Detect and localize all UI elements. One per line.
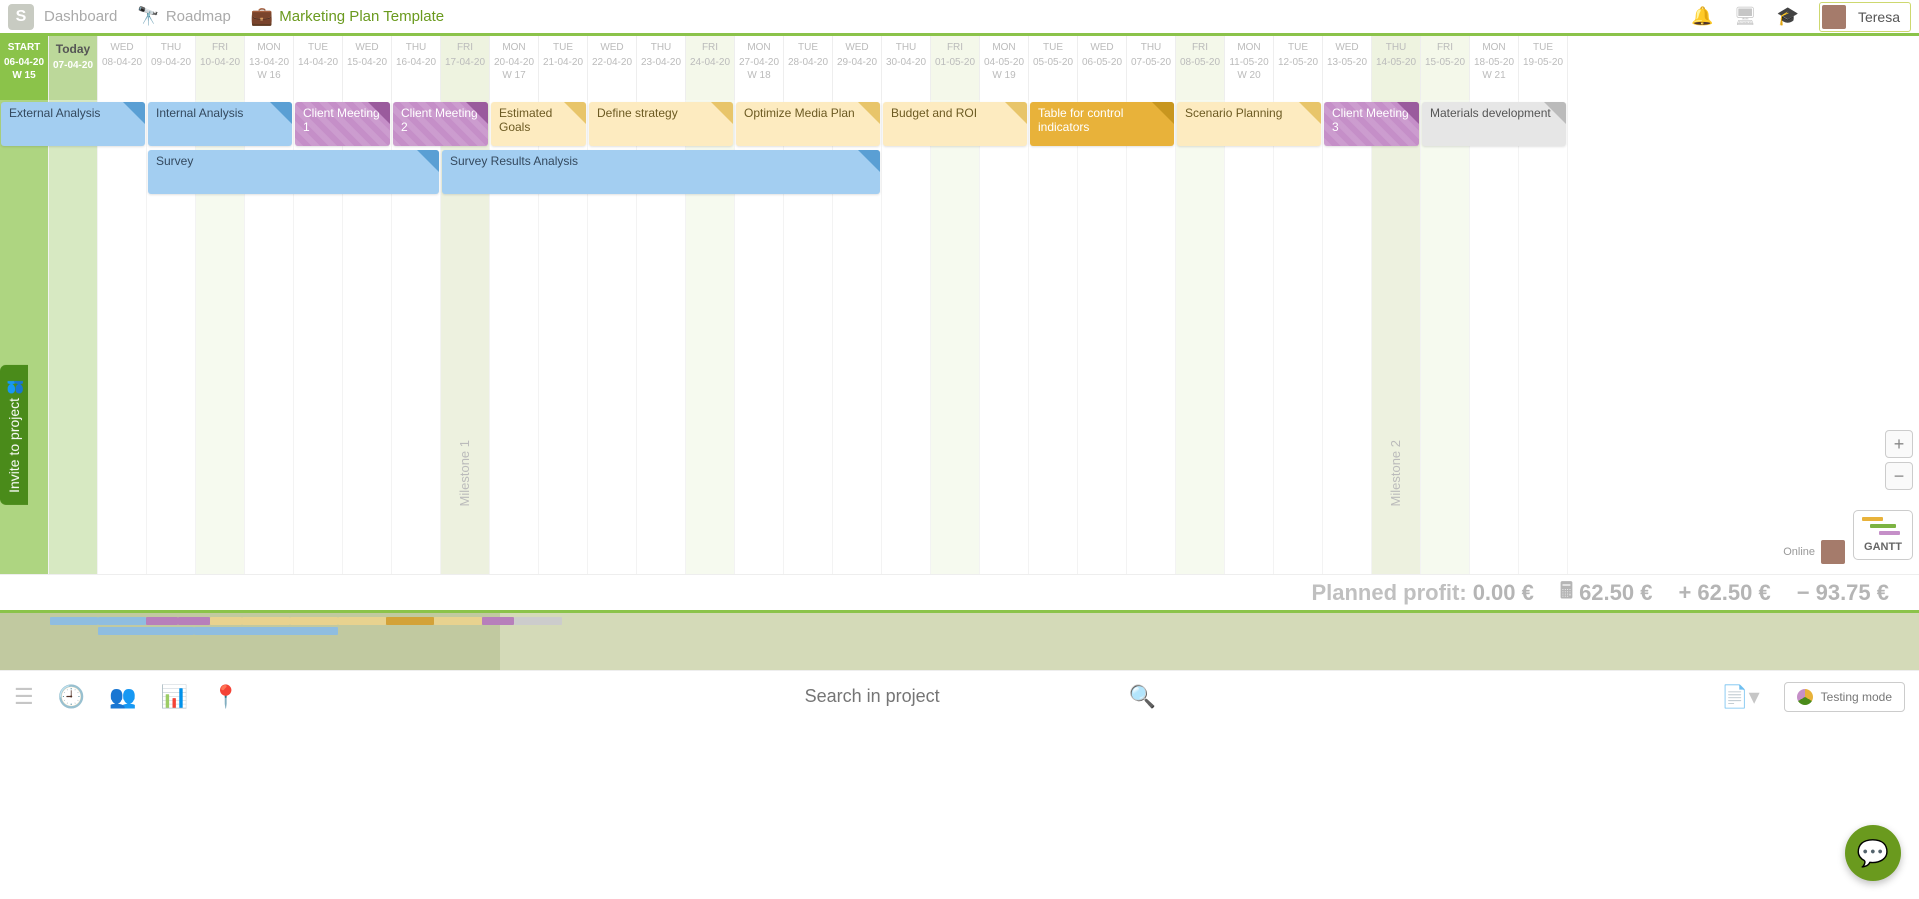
day-column[interactable]: FRI15-05-20 (1421, 36, 1470, 100)
dashboard-icon[interactable]: 📊 (161, 684, 188, 710)
invite-to-project-tab[interactable]: Invite to project 👥 (0, 365, 28, 505)
day-column[interactable]: Today07-04-20 (49, 36, 98, 100)
list-icon[interactable]: ☰ (14, 684, 34, 710)
day-column[interactable]: MON04-05-20W 19 (980, 36, 1029, 100)
milestone-label: Milestone 2 (1388, 440, 1403, 506)
planned-profit-value: 0.00 € (1473, 580, 1534, 606)
online-widget[interactable]: Online (1783, 540, 1845, 564)
day-column[interactable]: MON20-04-20W 17 (490, 36, 539, 100)
chat-button[interactable]: 💬 (1845, 825, 1901, 881)
day-column[interactable]: THU09-04-20 (147, 36, 196, 100)
gantt-label: GANTT (1854, 541, 1912, 553)
day-column[interactable]: WED15-04-20 (343, 36, 392, 100)
day-column[interactable]: WED08-04-20 (98, 36, 147, 100)
top-header: S Dashboard 🔭 Roadmap 💼 Marketing Plan T… (0, 0, 1919, 36)
bell-icon[interactable]: 🔔 (1691, 6, 1713, 27)
planned-profit-label: Planned profit: (1311, 580, 1466, 606)
user-name: Teresa (1858, 9, 1900, 25)
day-column[interactable]: THU30-04-20 (882, 36, 931, 100)
task-bar[interactable]: Materials development (1422, 102, 1566, 146)
day-column[interactable]: MON13-04-20W 16 (245, 36, 294, 100)
nav-dashboard-label: Dashboard (44, 8, 117, 25)
day-column[interactable]: THU16-04-20 (392, 36, 441, 100)
app-logo[interactable]: S (8, 4, 34, 30)
monitor-icon[interactable]: 🖥 (1734, 6, 1757, 27)
day-column[interactable]: TUE28-04-20 (784, 36, 833, 100)
testing-mode-button[interactable]: Testing mode (1784, 682, 1905, 712)
plus-icon: + (1678, 580, 1691, 606)
document-icon[interactable]: 📄▾ (1721, 684, 1759, 710)
day-column[interactable]: FRI01-05-20 (931, 36, 980, 100)
footer-toolbar: ☰ 🕘 👥 📊 📍 🔍 📄▾ Testing mode (0, 670, 1919, 722)
task-bar[interactable]: Scenario Planning (1177, 102, 1321, 146)
nav-roadmap[interactable]: 🔭 Roadmap (137, 6, 230, 27)
profit-bar: Planned profit: 0.00 € 🖩 62.50 € + 62.50… (0, 574, 1919, 610)
task-bar[interactable]: External Analysis (1, 102, 145, 146)
minus-value: 93.75 € (1816, 580, 1889, 606)
day-column[interactable]: TUE14-04-20 (294, 36, 343, 100)
pie-icon (1797, 689, 1813, 705)
task-bar[interactable]: Survey (148, 150, 439, 194)
graduation-icon[interactable]: 🎓 (1777, 6, 1799, 27)
day-column[interactable]: THU14-05-20 (1372, 36, 1421, 100)
day-column[interactable]: TUE12-05-20 (1274, 36, 1323, 100)
task-bar[interactable]: Budget and ROI (883, 102, 1027, 146)
day-column[interactable]: FRI17-04-20 (441, 36, 490, 100)
timeline-header: START06-04-20W 15Today07-04-20WED08-04-2… (0, 36, 1919, 100)
task-bar[interactable]: Optimize Media Plan (736, 102, 880, 146)
clock-icon[interactable]: 🕘 (58, 684, 85, 710)
nav-project[interactable]: 💼 Marketing Plan Template (251, 6, 444, 27)
day-column[interactable]: WED13-05-20 (1323, 36, 1372, 100)
task-bar[interactable]: Client Meeting 3 (1324, 102, 1419, 146)
binoculars-icon: 🔭 (137, 6, 159, 27)
task-bar[interactable]: Define strategy (589, 102, 733, 146)
avatar (1821, 540, 1845, 564)
nav-project-label: Marketing Plan Template (279, 8, 444, 25)
day-column[interactable]: TUE21-04-20 (539, 36, 588, 100)
nav-roadmap-label: Roadmap (166, 8, 231, 25)
user-menu[interactable]: Teresa (1819, 2, 1911, 32)
briefcase-icon: 💼 (251, 6, 273, 27)
task-bar[interactable]: Estimated Goals (491, 102, 586, 146)
task-bar[interactable]: Internal Analysis (148, 102, 292, 146)
day-column[interactable]: FRI10-04-20 (196, 36, 245, 100)
day-column[interactable]: WED22-04-20 (588, 36, 637, 100)
calc-value: 62.50 € (1579, 580, 1652, 606)
nav-dashboard[interactable]: Dashboard (44, 8, 117, 25)
task-bar[interactable]: Client Meeting 2 (393, 102, 488, 146)
gantt-view-button[interactable]: GANTT (1853, 510, 1913, 560)
search-input[interactable] (805, 686, 1005, 707)
mini-timeline[interactable] (0, 610, 1919, 670)
day-column[interactable]: MON27-04-20W 18 (735, 36, 784, 100)
day-column[interactable]: FRI08-05-20 (1176, 36, 1225, 100)
day-column[interactable]: THU23-04-20 (637, 36, 686, 100)
task-bar[interactable]: Survey Results Analysis (442, 150, 880, 194)
minus-icon: − (1797, 580, 1810, 606)
avatar (1822, 5, 1846, 29)
day-column[interactable]: FRI24-04-20 (686, 36, 735, 100)
task-bar[interactable]: Table for control indicators (1030, 102, 1174, 146)
day-column[interactable]: START06-04-20W 15 (0, 36, 49, 100)
milestone-label: Milestone 1 (457, 440, 472, 506)
task-bar[interactable]: Client Meeting 1 (295, 102, 390, 146)
search-icon[interactable]: 🔍 (1129, 684, 1156, 710)
day-column[interactable]: MON18-05-20W 21 (1470, 36, 1519, 100)
day-column[interactable]: WED29-04-20 (833, 36, 882, 100)
zoom-in-button[interactable]: + (1885, 430, 1913, 458)
day-column[interactable]: THU07-05-20 (1127, 36, 1176, 100)
zoom-out-button[interactable]: − (1885, 462, 1913, 490)
calculator-icon: 🖩 (1560, 574, 1573, 611)
day-column[interactable]: TUE05-05-20 (1029, 36, 1078, 100)
timeline-body[interactable]: External AnalysisInternal AnalysisClient… (0, 100, 1919, 610)
day-column[interactable]: MON11-05-20W 20 (1225, 36, 1274, 100)
milestone-icon[interactable]: 📍 (212, 684, 239, 710)
day-column[interactable]: WED06-05-20 (1078, 36, 1127, 100)
plus-value: 62.50 € (1697, 580, 1770, 606)
day-column[interactable]: TUE19-05-20 (1519, 36, 1568, 100)
team-icon[interactable]: 👥 (109, 684, 136, 710)
